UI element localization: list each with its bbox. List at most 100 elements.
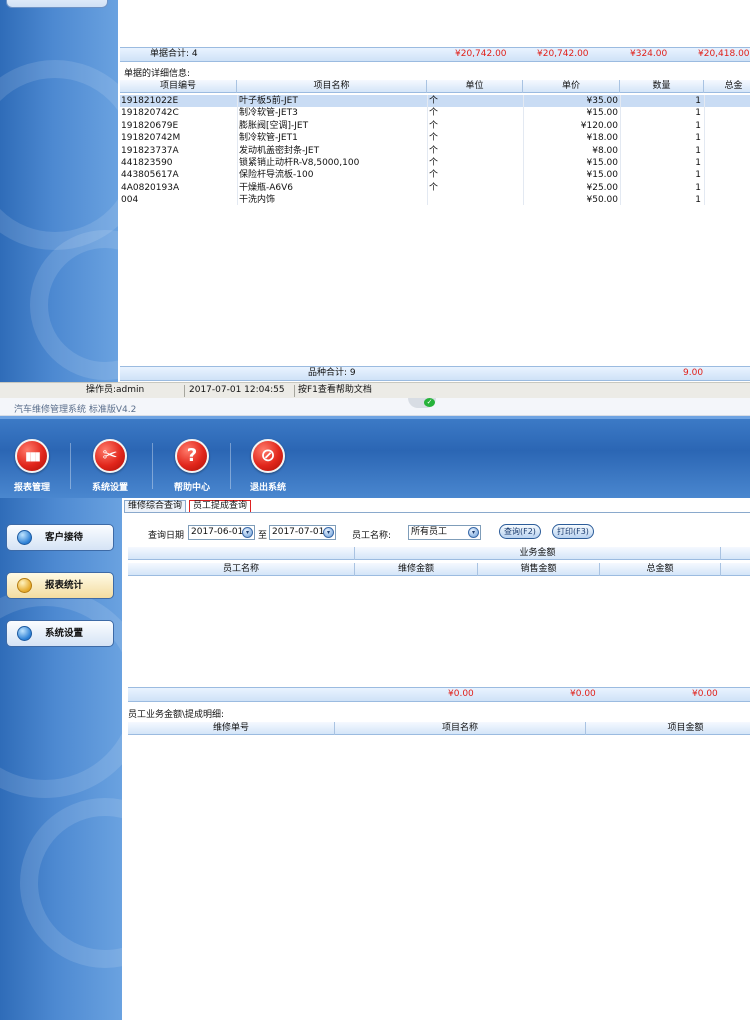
table-cell-unit: 个 [429,158,439,168]
table-cell-name: 干燥瓶-A6V6 [239,182,294,193]
table-cell-price: ¥15.00 [586,170,619,181]
table-cell-price: ¥25.00 [586,182,619,193]
table-cell-qty: 1 [695,145,701,156]
table-row[interactable]: 441823590 锁紧销止动杆R-V8,5000,100 个 ¥15.00 1 [120,157,750,169]
column-header[interactable]: 项目名称 [237,80,427,93]
date-to-label: 至 [258,531,268,541]
table-cell-price: ¥15.00 [586,108,619,119]
table-cell-price: ¥8.00 [592,145,618,156]
table-cell-qty: 1 [695,182,701,193]
bill-total-bar: 单据合计: 4 ¥20,742.00 ¥20,742.00 ¥324.00 ¥2… [120,47,750,62]
table-row[interactable]: 191820679E 膨胀阀[空调]-JET 个 ¥120.00 1 [120,120,750,132]
column-header[interactable]: 数量 [620,80,704,93]
grid-line [620,95,621,205]
table-cell-unit: 个 [429,96,439,106]
status-bar: 操作员:admin 2017-07-01 12:04:55 按F1查看帮助文档 [0,382,750,398]
dropdown-icon[interactable]: ▾ [323,527,334,538]
bar-chart-icon: ▮▮▮ [15,439,49,473]
toolbar-separator [70,443,71,489]
tab-repair-query[interactable]: 维修综合查询 [124,500,187,512]
status-separator [294,385,295,397]
nav-report-statistics[interactable]: 报表统计 [6,572,114,599]
toolbar-separator [152,443,153,489]
grid-line [427,95,428,205]
detail-grid-header: 项目编号 项目名称 单位 单价 数量 总金 [120,80,750,93]
table-cell-code: 191823737A [121,145,179,156]
table-row[interactable]: 004 干洗内饰 ¥50.00 1 [120,194,750,206]
dropdown-icon[interactable]: ▾ [242,527,253,538]
item-total-label: 品种合计: 9 [308,368,356,378]
table-row[interactable]: 191823737A 发动机盖密封条-JET 个 ¥8.00 1 [120,145,750,157]
toolbar-label: 帮助中心 [173,483,210,493]
column-header[interactable]: 项目名称 [335,722,586,735]
table-cell-price: ¥120.00 [580,120,618,131]
circle-icon [17,578,32,593]
table-cell-code: 004 [121,195,139,206]
table-row[interactable]: 443805617A 保险杆导流板-100 个 ¥15.00 1 [120,169,750,181]
column-header[interactable]: 总金 [704,80,750,93]
table-cell-unit: 个 [429,120,439,131]
circle-icon [17,626,32,641]
print-button[interactable]: 打印(F3) [552,524,594,539]
query-button[interactable]: 查询(F2) [499,524,541,539]
column-header[interactable]: 单位 [427,80,523,93]
commission-grid-body[interactable] [128,736,750,1020]
table-cell-qty: 1 [695,195,701,206]
help-icon: ? [175,439,209,473]
column-header[interactable]: 项目编号 [120,80,237,93]
table-cell-code: 191820742M [121,133,181,144]
tab-employee-commission[interactable]: 员工提成查询 [189,500,252,512]
column-header[interactable]: 单价 [523,80,620,93]
table-cell-unit: 个 [429,145,439,156]
query-date-label: 查询日期 [148,531,185,541]
grid-line [237,95,238,205]
toolbar-label: 退出系统 [249,483,286,493]
table-row[interactable]: 191820742C 制冷软管-JET3 个 ¥15.00 1 [120,107,750,119]
commission-grid-header: 维修单号 项目名称 项目金额 [128,722,750,735]
nav-label: 系统设置 [45,628,84,639]
toolbar-report-management[interactable]: ▮▮▮ 报表管理 [2,439,62,493]
column-header[interactable]: 员工名称 [128,563,355,576]
column-header[interactable]: 维修金额 [355,563,478,576]
table-cell-qty: 1 [695,120,701,131]
nav-customer-reception[interactable]: 客户接待 [6,524,114,551]
table-cell-price: ¥15.00 [586,158,619,168]
table-cell-name: 发动机盖密封条-JET [239,145,320,156]
column-header[interactable]: 总金额 [600,563,721,576]
group-header-row: 业务金额 [128,547,750,560]
table-cell-code: 443805617A [121,170,179,181]
toolbar-system-settings[interactable]: ✂ 系统设置 [80,439,140,493]
commission-detail-caption: 员工业务金额\提成明细: [128,710,225,720]
status-separator [184,385,185,397]
table-cell-price: ¥50.00 [586,195,619,206]
date-to-picker[interactable]: 2017-07-01 ▾ [269,525,336,540]
column-header[interactable]: 项目金额 [586,722,750,735]
table-cell-name: 制冷软管-JET1 [239,133,298,144]
master-grid-area [120,0,750,46]
table-cell-name: 制冷软管-JET3 [239,108,298,119]
nav-label: 报表统计 [45,580,84,591]
table-row[interactable]: 191820742M 制冷软管-JET1 个 ¥18.00 1 [120,132,750,144]
dropdown-icon[interactable]: ▾ [468,527,479,538]
date-from-picker[interactable]: 2017-06-01 ▾ [188,525,255,540]
table-row[interactable]: 4A0820193A 干燥瓶-A6V6 个 ¥25.00 1 [120,182,750,194]
toolbar-help-center[interactable]: ? 帮助中心 [162,439,222,493]
group-header: 业务金额 [355,547,721,560]
table-row[interactable]: 191821022E 叶子板5前-JET 个 ¥35.00 1 [120,95,750,108]
detail-grid[interactable]: 项目编号 项目名称 单位 单价 数量 总金 191821022E 叶子板5前-JE… [120,80,750,365]
detail-grid-body: 191821022E 叶子板5前-JET 个 ¥35.00 1 191820742C 制冷软… [120,95,750,215]
grid-line [523,95,524,205]
app-title: 汽车维修管理系统 标准版V4.2 [14,405,137,415]
column-header[interactable]: 销售金额 [478,563,600,576]
total-repair-amount: ¥0.00 [448,689,474,699]
employee-grid-body[interactable] [128,580,750,686]
table-cell-unit: 个 [429,133,439,144]
sidebar-button-partial[interactable] [6,0,108,8]
table-cell-price: ¥35.00 [586,96,619,106]
employee-select[interactable]: 所有员工 ▾ [408,525,481,540]
nav-system-settings[interactable]: 系统设置 [6,620,114,647]
toolbar-exit-system[interactable]: ⊘ 退出系统 [238,439,298,493]
check-icon: ✓ [424,398,435,407]
table-cell-code: 191820679E [121,120,179,131]
column-header[interactable]: 维修单号 [128,722,335,735]
